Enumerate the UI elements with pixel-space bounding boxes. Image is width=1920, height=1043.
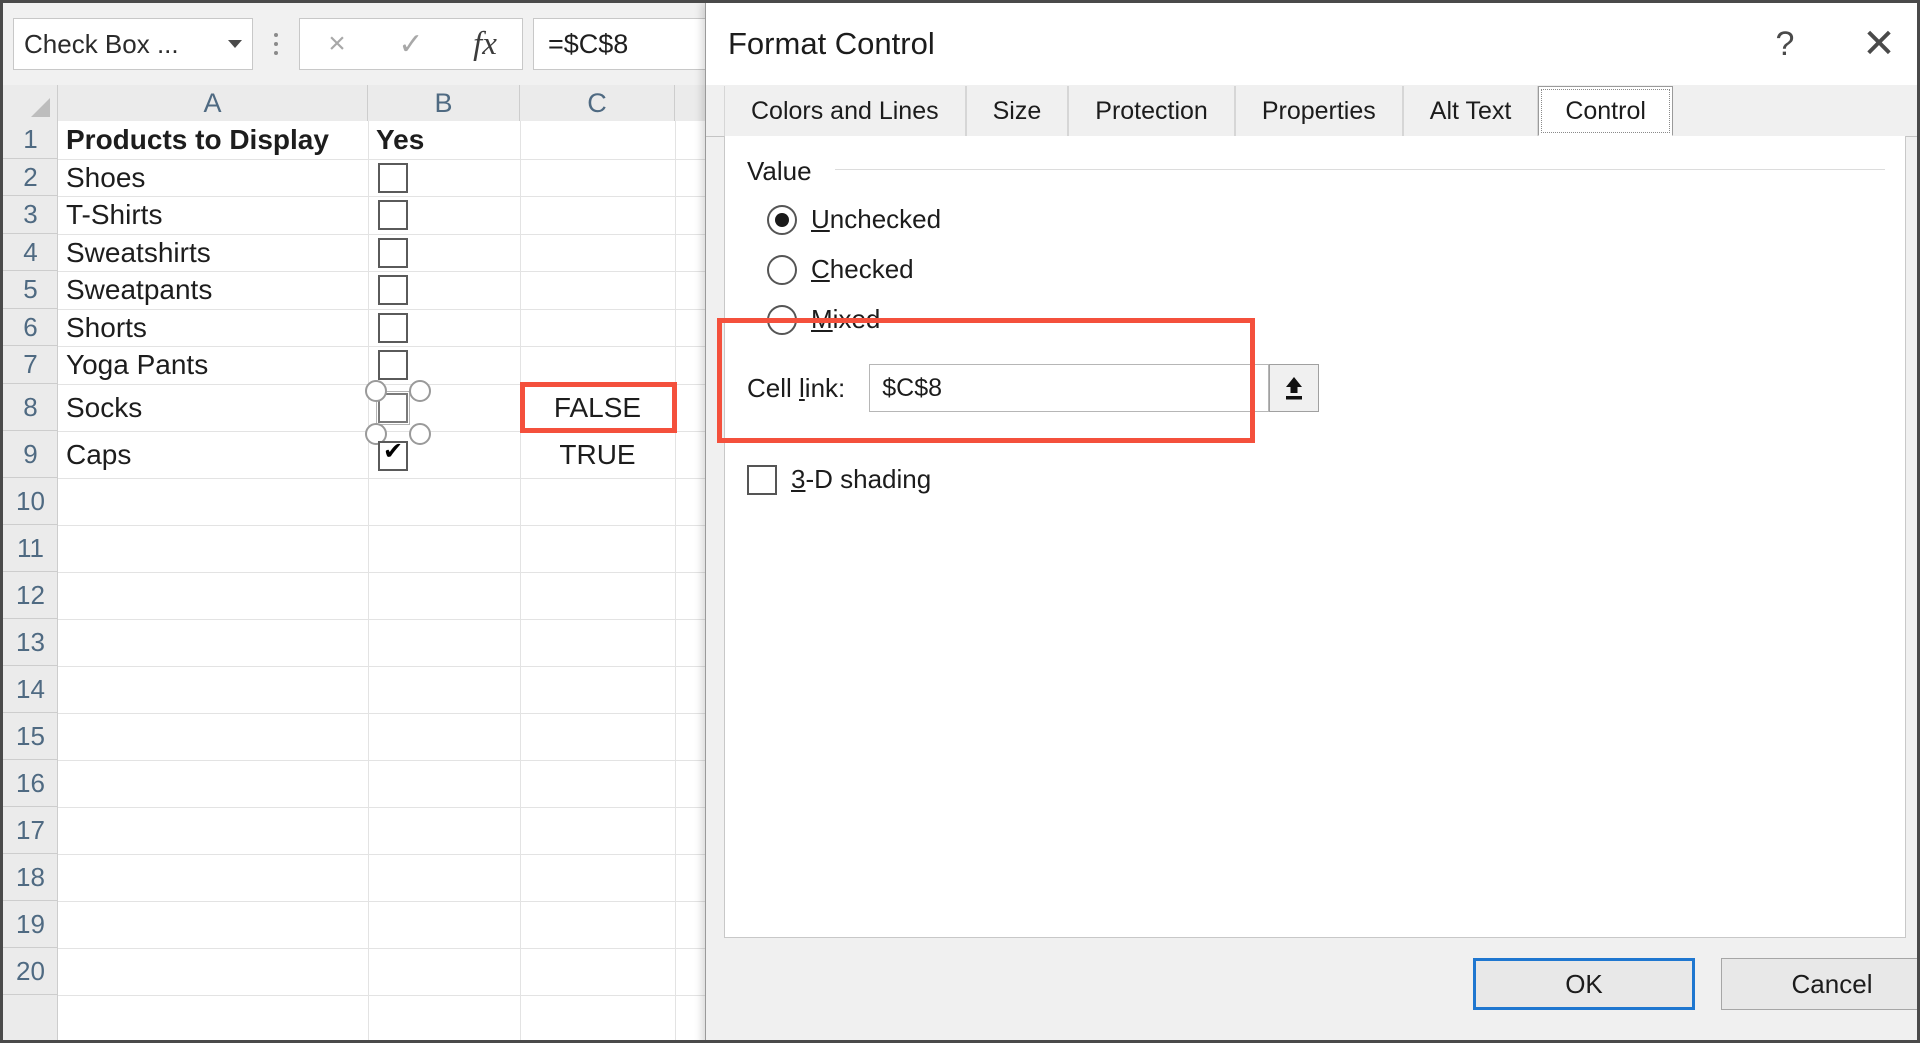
collapse-dialog-icon[interactable] <box>1269 364 1320 412</box>
row-header-17[interactable]: 17 <box>3 807 58 854</box>
radio-unchecked-label: Unchecked <box>811 204 942 234</box>
worksheet-checkbox-b5[interactable] <box>378 275 408 305</box>
cancel-button[interactable]: Cancel <box>1721 958 1917 1010</box>
dialog-title-actions: ? ✕ <box>1758 3 1906 85</box>
accelerator-letter: U <box>811 204 830 234</box>
dot <box>274 42 278 46</box>
3d-shading-checkbox[interactable] <box>747 464 777 495</box>
dot <box>274 51 278 55</box>
help-icon[interactable]: ? <box>1758 17 1812 71</box>
dialog-title: Format Control <box>728 26 935 61</box>
close-icon[interactable]: ✕ <box>1852 17 1906 71</box>
row-header-2[interactable]: 2 <box>3 159 58 196</box>
enter-formula-icon[interactable]: ✓ <box>374 19 448 69</box>
tab-alt-text[interactable]: Alt Text <box>1402 86 1539 136</box>
tab-properties[interactable]: Properties <box>1234 86 1403 136</box>
row-header-4[interactable]: 4 <box>3 234 58 271</box>
row-header-13[interactable]: 13 <box>3 619 58 666</box>
row-header-19[interactable]: 19 <box>3 901 58 948</box>
column-header-b[interactable]: B <box>368 85 520 121</box>
dialog-page-control: Value Unchecked Checked Mixed Cell link:… <box>717 136 1906 938</box>
row-header-9[interactable]: 9 <box>3 431 58 478</box>
chevron-down-icon[interactable] <box>228 40 242 48</box>
cell-a6[interactable]: Shorts <box>58 309 368 346</box>
worksheet-checkbox-b3[interactable] <box>378 200 408 230</box>
row-header-16[interactable]: 16 <box>3 760 58 807</box>
select-all-triangle-icon <box>31 98 50 117</box>
row-header-20[interactable]: 20 <box>3 948 58 995</box>
radio-checked-indicator[interactable] <box>767 254 797 285</box>
gridline <box>675 121 676 1040</box>
tab-protection[interactable]: Protection <box>1068 86 1235 136</box>
cell-a2[interactable]: Shoes <box>58 159 368 196</box>
resize-handle-top-right[interactable] <box>409 380 431 402</box>
insert-function-icon[interactable]: fx <box>448 19 522 69</box>
row-header-12[interactable]: 12 <box>3 572 58 619</box>
accelerator-letter: C <box>811 254 830 284</box>
worksheet-checkbox-b2[interactable] <box>378 163 408 193</box>
ok-button[interactable]: OK <box>1473 958 1695 1010</box>
tab-size[interactable]: Size <box>965 86 1069 136</box>
row-header-15[interactable]: 15 <box>3 713 58 760</box>
dialog-footer: OK Cancel <box>706 938 1917 1040</box>
cancel-formula-icon[interactable]: × <box>300 19 374 69</box>
radio-unchecked-indicator[interactable] <box>767 204 797 235</box>
column-header-a[interactable]: A <box>58 85 368 121</box>
worksheet-checkbox-b8-selected[interactable] <box>365 380 431 445</box>
cell-a7[interactable]: Yoga Pants <box>58 346 368 384</box>
radio-checked-label: Checked <box>811 254 914 284</box>
value-group-label: Value <box>747 156 822 187</box>
worksheet-checkbox-b4[interactable] <box>378 238 408 268</box>
row-header-5[interactable]: 5 <box>3 271 58 309</box>
3d-shading-row[interactable]: 3-D shading <box>747 464 931 495</box>
dialog-tabstrip: Colors and Lines Size Protection Propert… <box>706 85 1917 137</box>
row-header-1[interactable]: 1 <box>3 121 58 159</box>
column-header-c[interactable]: C <box>520 85 675 121</box>
3d-shading-label: 3-D shading <box>791 464 931 495</box>
row-header-7[interactable]: 7 <box>3 346 58 384</box>
worksheet-checkbox-b7[interactable] <box>378 350 408 380</box>
name-box[interactable]: Check Box ... <box>13 18 253 70</box>
radio-checked[interactable]: Checked <box>767 254 914 285</box>
name-box-value: Check Box ... <box>24 28 179 59</box>
cell-a9[interactable]: Caps <box>58 431 368 478</box>
row-header-10[interactable]: 10 <box>3 478 58 525</box>
cell-b1[interactable]: Yes <box>368 121 520 159</box>
row-headers: 1 2 3 4 5 6 7 8 9 10 11 12 13 14 15 16 1… <box>3 121 58 1040</box>
resize-handle-bottom-right[interactable] <box>409 423 431 445</box>
callout-highlight-c8 <box>520 382 677 433</box>
format-control-dialog: Format Control ? ✕ Colors and Lines Size… <box>705 3 1917 1040</box>
row-header-11[interactable]: 11 <box>3 525 58 572</box>
dialog-titlebar: Format Control ? ✕ <box>706 3 1917 85</box>
select-all-button[interactable] <box>3 85 58 121</box>
cell-a8[interactable]: Socks <box>58 384 368 431</box>
formula-bar-buttons: × ✓ fx <box>299 18 523 70</box>
gridline <box>520 121 521 1040</box>
row-header-18[interactable]: 18 <box>3 854 58 901</box>
cell-a1[interactable]: Products to Display <box>58 121 368 159</box>
callout-highlight-cell-link <box>717 318 1255 443</box>
gridline <box>368 121 369 1040</box>
cell-c9[interactable]: TRUE <box>520 431 675 478</box>
cell-a3[interactable]: T-Shirts <box>58 196 368 234</box>
row-header-6[interactable]: 6 <box>3 309 58 346</box>
worksheet-checkbox-b9[interactable] <box>378 437 408 471</box>
formula-bar-separator <box>253 18 299 70</box>
resize-handle-top-left[interactable] <box>365 380 387 402</box>
value-group-rule <box>835 169 1885 170</box>
app-window: Check Box ... × ✓ fx =$C$8 A B C 1 2 3 4… <box>0 0 1920 1043</box>
row-header-8[interactable]: 8 <box>3 384 58 431</box>
cell-a5[interactable]: Sweatpants <box>58 271 368 309</box>
radio-unchecked[interactable]: Unchecked <box>767 204 941 235</box>
worksheet-checkbox-b6[interactable] <box>378 313 408 343</box>
dot <box>274 33 278 37</box>
row-header-3[interactable]: 3 <box>3 196 58 234</box>
3d-shading-label-rest: -D shading <box>805 464 932 494</box>
tab-control[interactable]: Control <box>1538 86 1673 136</box>
tab-colors-and-lines[interactable]: Colors and Lines <box>724 86 966 136</box>
row-header-14[interactable]: 14 <box>3 666 58 713</box>
accelerator-letter: 3 <box>791 464 806 494</box>
cell-a4[interactable]: Sweatshirts <box>58 234 368 271</box>
